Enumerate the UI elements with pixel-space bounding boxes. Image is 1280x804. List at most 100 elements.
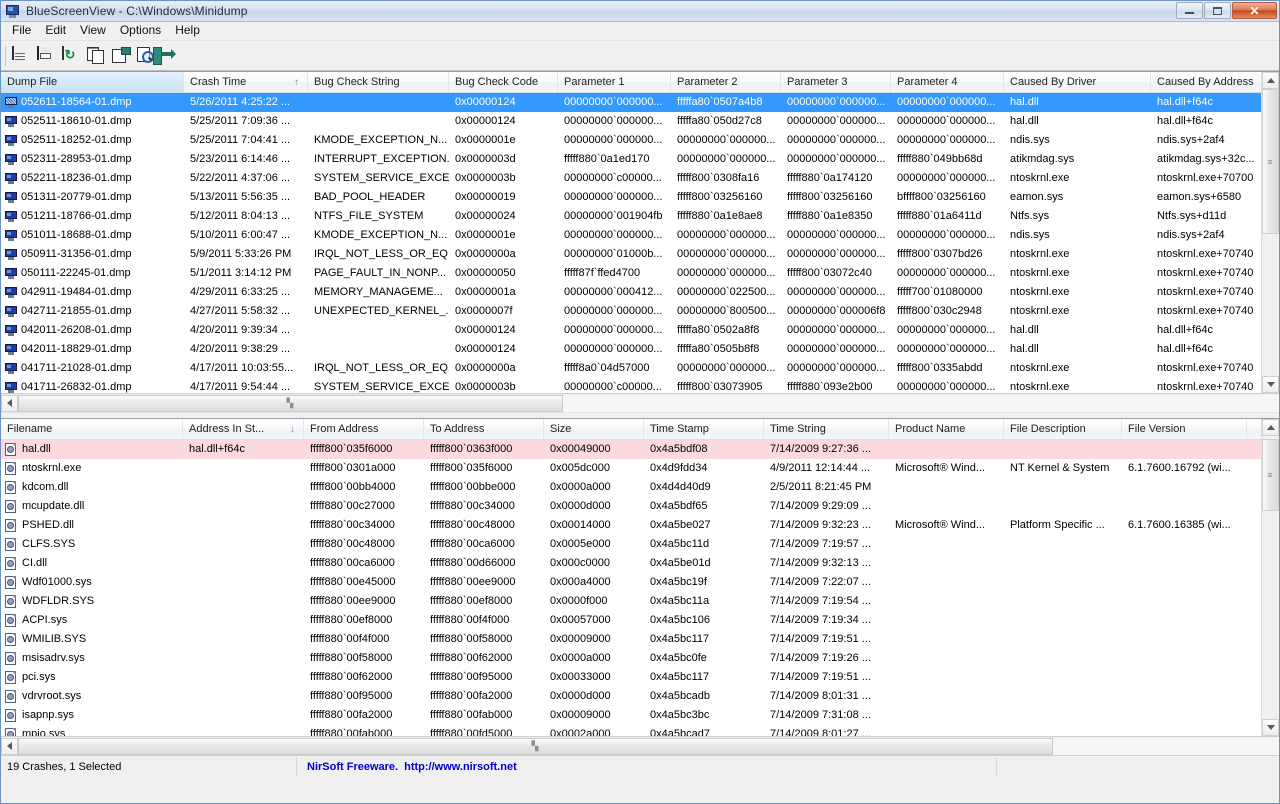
menu-edit[interactable]: Edit	[38, 22, 73, 40]
crash-list-row[interactable]: 051211-18766-01.dmp 5/12/2011 8:04:13 ...…	[1, 207, 1279, 226]
driver-list-column-header[interactable]: Address In St... ↓	[183, 419, 304, 439]
driver-list-row[interactable]: mcupdate.dll fffff880`00c27000 fffff880`00…	[1, 497, 1279, 516]
driver-list-row[interactable]: CI.dll fffff880`00ca6000 fffff880`00d66000…	[1, 554, 1279, 573]
crash-scroll-thumb[interactable]: ≡	[1262, 89, 1279, 234]
driver-hscroll-track[interactable]: ▚	[18, 737, 1279, 755]
driver-list-column-header[interactable]: File Description	[1004, 419, 1122, 439]
toolbar-copy-button[interactable]	[83, 44, 108, 68]
driver-list-row[interactable]: pci.sys fffff880`00f62000 fffff880`00f9500…	[1, 668, 1279, 687]
crash-list-column-header[interactable]: Parameter 4	[891, 72, 1004, 92]
crash-list-column-label: Bug Check String	[314, 76, 400, 88]
nirsoft-url[interactable]: http://www.nirsoft.net	[404, 761, 517, 773]
crash-list-column-header[interactable]: Bug Check String	[308, 72, 449, 92]
menu-file[interactable]: File	[5, 22, 38, 40]
crash-list-column-header[interactable]: Caused By Driver	[1004, 72, 1151, 92]
crash-list-cell-p3: 00000000`000000...	[787, 229, 886, 241]
minimize-button[interactable]	[1176, 2, 1203, 19]
crash-list-column-header[interactable]: Parameter 2	[671, 72, 781, 92]
toolbar-properties-button[interactable]	[108, 44, 133, 68]
driver-hscroll-left-button[interactable]	[1, 737, 18, 755]
driver-hscroll-thumb[interactable]: ▚	[18, 737, 1053, 755]
crash-list-column-header[interactable]: Crash Time ↑	[184, 72, 308, 92]
driver-list-vertical-scrollbar[interactable]: ≡	[1261, 419, 1279, 736]
crash-list-column-header[interactable]: Caused By Address	[1151, 72, 1264, 92]
crash-scroll-up-button[interactable]	[1262, 72, 1279, 89]
crash-list-cell-bug-check-string: INTERRUPT_EXCEPTION...	[314, 153, 449, 165]
driver-list-row[interactable]: hal.dll hal.dll+f64c fffff800`035f6000 ffff…	[1, 440, 1279, 459]
crash-list-horizontal-scrollbar[interactable]: ▚	[1, 393, 1279, 412]
driver-list-row[interactable]: msisadrv.sys fffff880`00f58000 fffff880`00…	[1, 649, 1279, 668]
driver-list-rows[interactable]: hal.dll hal.dll+f64c fffff800`035f6000 ffff…	[1, 440, 1279, 736]
driver-list-row[interactable]: WDFLDR.SYS fffff880`00ee9000 fffff880`00ef…	[1, 592, 1279, 611]
driver-list-column-header[interactable]: File Version	[1122, 419, 1247, 439]
crash-list-row[interactable]: 050911-31356-01.dmp 5/9/2011 5:33:26 PM IR…	[1, 245, 1279, 264]
crash-list-cell-caused-by-address: ntoskrnl.exe+70740	[1157, 381, 1254, 393]
driver-list-row[interactable]: vdrvroot.sys fffff880`00f95000 fffff880`00…	[1, 687, 1279, 706]
driver-list-column-header[interactable]: Time Stamp	[644, 419, 764, 439]
crash-list-row[interactable]: 052311-28953-01.dmp 5/23/2011 6:14:46 ...…	[1, 150, 1279, 169]
driver-list-column-header[interactable]: Time String	[764, 419, 889, 439]
crash-list-cell-dump-file: 050911-31356-01.dmp	[1, 245, 184, 264]
driver-scroll-down-button[interactable]	[1262, 719, 1279, 736]
menu-help[interactable]: Help	[168, 22, 207, 40]
crash-scroll-down-button[interactable]	[1262, 376, 1279, 393]
driver-list-row[interactable]: ntoskrnl.exe fffff800`0301a000 fffff800`03…	[1, 459, 1279, 478]
toolbar-save-button[interactable]	[33, 44, 58, 68]
crash-list-row[interactable]: 042711-21855-01.dmp 4/27/2011 5:58:32 ...…	[1, 302, 1279, 321]
crash-list-row[interactable]: 041711-26832-01.dmp 4/17/2011 9:54:44 ...…	[1, 378, 1279, 393]
status-nirsoft-link[interactable]: NirSoft Freeware. http://www.nirsoft.net	[297, 756, 997, 777]
toolbar-refresh-button[interactable]: ↻	[58, 44, 83, 68]
crash-hscroll-left-button[interactable]	[1, 394, 18, 412]
crash-list-column-header[interactable]: Bug Check Code	[449, 72, 558, 92]
driver-list-cell-time-string: 7/14/2009 7:19:51 ...	[770, 633, 871, 645]
toolbar-properties-window-button[interactable]	[8, 44, 33, 68]
driver-scroll-thumb[interactable]: ≡	[1262, 439, 1279, 511]
crash-list-row[interactable]: 042011-18829-01.dmp 4/20/2011 9:38:29 ...…	[1, 340, 1279, 359]
crash-list-rows[interactable]: 052611-18564-01.dmp 5/26/2011 4:25:22 ...…	[1, 93, 1279, 393]
driver-list-column-header[interactable]: From Address	[304, 419, 424, 439]
driver-list-row[interactable]: PSHED.dll fffff880`00c34000 fffff880`00c48…	[1, 516, 1279, 535]
crash-list-row[interactable]: 052511-18610-01.dmp 5/25/2011 7:09:36 ...…	[1, 112, 1279, 131]
crash-list-row[interactable]: 042911-19484-01.dmp 4/29/2011 6:33:25 ...…	[1, 283, 1279, 302]
driver-list-column-header[interactable]: To Address	[424, 419, 544, 439]
crash-list-cell-text: 052311-28953-01.dmp	[21, 153, 132, 165]
driver-list-column-header[interactable]: Filename	[1, 419, 183, 439]
driver-list-row[interactable]: kdcom.dll fffff800`00bb4000 fffff800`00bbe…	[1, 478, 1279, 497]
driver-list-row[interactable]: mpio.sys fffff880`00fab000 fffff880`00fd50…	[1, 725, 1279, 736]
driver-list-cell-text: Wdf01000.sys	[22, 576, 92, 588]
menu-options[interactable]: Options	[113, 22, 168, 40]
driver-list-cell-time-string: 7/14/2009 7:19:26 ...	[770, 652, 871, 664]
crash-hscroll-thumb[interactable]: ▚	[18, 394, 563, 412]
driver-list-column-label: Time String	[770, 423, 826, 435]
crash-list-column-header[interactable]: Parameter 3	[781, 72, 891, 92]
driver-list-cell-product-name	[889, 554, 1004, 573]
driver-list-row[interactable]: CLFS.SYS fffff880`00c48000 fffff880`00ca60…	[1, 535, 1279, 554]
driver-list-column-header[interactable]: Product Name	[889, 419, 1004, 439]
driver-list-row[interactable]: Wdf01000.sys fffff880`00e45000 fffff880`00…	[1, 573, 1279, 592]
close-button[interactable]: ✕	[1232, 2, 1277, 19]
maximize-button[interactable]	[1204, 2, 1231, 19]
toolbar-exit-button[interactable]	[152, 44, 183, 68]
crash-list-column-header[interactable]: Dump File	[1, 72, 184, 92]
driver-list-row[interactable]: isapnp.sys fffff880`00fa2000 fffff880`00fa…	[1, 706, 1279, 725]
crash-list-row[interactable]: 051311-20779-01.dmp 5/13/2011 5:56:35 ...…	[1, 188, 1279, 207]
driver-list-row[interactable]: WMILIB.SYS fffff880`00f4f000 fffff880`00f5…	[1, 630, 1279, 649]
crash-list-row[interactable]: 041711-21028-01.dmp 4/17/2011 10:03:55...…	[1, 359, 1279, 378]
crash-hscroll-track[interactable]: ▚	[18, 394, 1279, 412]
crash-list-row[interactable]: 051011-18688-01.dmp 5/10/2011 6:00:47 ...…	[1, 226, 1279, 245]
crash-list-vertical-scrollbar[interactable]: ≡	[1261, 72, 1279, 393]
crash-list-row[interactable]: 052211-18236-01.dmp 5/22/2011 4:37:06 ...…	[1, 169, 1279, 188]
crash-list-cell-dump-file: 051211-18766-01.dmp	[1, 207, 184, 226]
driver-list-row[interactable]: ACPI.sys fffff880`00ef8000 fffff880`00f4f0…	[1, 611, 1279, 630]
crash-list-row[interactable]: 042011-26208-01.dmp 4/20/2011 9:39:34 ...…	[1, 321, 1279, 340]
crash-list-row[interactable]: 052511-18252-01.dmp 5/25/2011 7:04:41 ...…	[1, 131, 1279, 150]
driver-list-cell-product-name	[889, 630, 1004, 649]
crash-list-column-header[interactable]: Parameter 1	[558, 72, 671, 92]
driver-list-column-header[interactable]: Size	[544, 419, 644, 439]
crash-list-row[interactable]: 050111-22245-01.dmp 5/1/2011 3:14:12 PM PA…	[1, 264, 1279, 283]
driver-list-horizontal-scrollbar[interactable]: ▚	[1, 736, 1279, 755]
driver-scroll-up-button[interactable]	[1262, 419, 1279, 436]
crash-list-row[interactable]: 052611-18564-01.dmp 5/26/2011 4:25:22 ...…	[1, 93, 1279, 112]
crash-list-cell-p1: 00000000`001904fb	[564, 210, 663, 222]
menu-view[interactable]: View	[73, 22, 113, 40]
